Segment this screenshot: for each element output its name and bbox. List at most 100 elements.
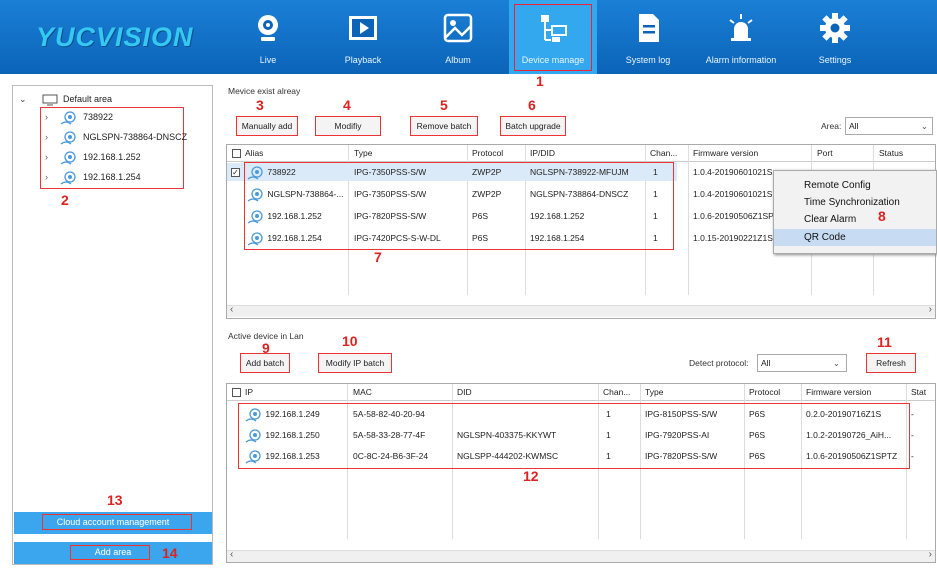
document-icon [639, 14, 659, 42]
col-alias[interactable]: Alias [245, 145, 263, 161]
lan-row-ip[interactable]: 192.168.1.250 [245, 426, 320, 444]
row-firmware: 1.0.4-20190601021S [693, 167, 773, 177]
row-checkbox-checked[interactable]: ✓ [231, 168, 240, 178]
play-icon [349, 16, 377, 40]
lan-row-ip[interactable]: 192.168.1.253 [245, 447, 320, 465]
nav-playback[interactable]: Playback [338, 0, 388, 74]
scroll-left-icon[interactable]: ‹ [230, 304, 233, 315]
ip-text: 192.168.1.253 [265, 451, 320, 461]
scroll-left-icon[interactable]: ‹ [230, 549, 233, 560]
nav-album[interactable]: Album [433, 0, 483, 74]
nav-device-manage[interactable]: Device manage [509, 0, 597, 74]
nav-alarm-information[interactable]: Alarm information [698, 0, 784, 74]
scroll-right-icon[interactable]: › [929, 304, 932, 315]
col-ip-did[interactable]: IP/DID [530, 145, 555, 161]
row-channel: 1 [653, 233, 658, 243]
tree-item[interactable]: › 192.168.1.252 [45, 148, 141, 166]
col-type[interactable]: Type [354, 145, 372, 161]
lan-row-channel: 1 [606, 409, 611, 419]
tree-item[interactable]: › 738922 [45, 108, 113, 126]
lan-row-mac: 0C-8C-24-B6-3F-24 [353, 451, 429, 461]
col-divider [688, 145, 689, 295]
col-did[interactable]: DID [457, 384, 472, 400]
annotation-12: 12 [523, 468, 539, 484]
annotation-box-13 [42, 514, 192, 530]
col-type[interactable]: Type [645, 384, 663, 400]
modify-ip-batch-button[interactable]: Modify IP batch [318, 353, 392, 373]
detect-protocol-value: All [761, 358, 771, 368]
col-ip[interactable]: IP [245, 384, 253, 400]
modify-button[interactable]: Modifiy [315, 116, 381, 136]
cloud-account-management-button[interactable]: Cloud account management [14, 512, 212, 534]
nav-system-log[interactable]: System log [618, 0, 678, 74]
chevron-right-icon[interactable]: › [45, 108, 57, 126]
existing-section-label: Mevice exist alreay [228, 86, 301, 96]
scroll-right-icon[interactable]: › [929, 549, 932, 560]
lan-row-ip[interactable]: 192.168.1.249 [245, 405, 320, 423]
annotation-14: 14 [162, 545, 178, 561]
tree-item[interactable]: › NGLSPN-738864-DNSCZ [45, 128, 187, 146]
row-firmware: 1.0.15-20190221Z1S [693, 233, 773, 243]
nav-settings[interactable]: Settings [810, 0, 860, 74]
chevron-right-icon[interactable]: › [45, 148, 57, 166]
nav-live[interactable]: Live [243, 0, 293, 74]
chevron-right-icon[interactable]: › [45, 128, 57, 146]
annotation-4: 4 [343, 97, 351, 113]
remove-batch-button[interactable]: Remove batch [410, 116, 478, 136]
row-type: IPG-7420PCS-S-W-DL [354, 233, 441, 243]
col-status[interactable]: Stat [911, 384, 926, 400]
tree-item-label: 192.168.1.252 [83, 152, 141, 162]
col-port[interactable]: Port [817, 145, 833, 161]
col-firmware[interactable]: Firmware version [693, 145, 758, 161]
row-ip: NGLSPN-738864-DNSCZ [530, 189, 629, 199]
col-channel[interactable]: Chan... [603, 384, 630, 400]
col-status[interactable]: Status [879, 145, 903, 161]
col-firmware[interactable]: Firmware version [806, 384, 871, 400]
refresh-button[interactable]: Refresh [866, 353, 916, 373]
col-protocol[interactable]: Protocol [472, 145, 503, 161]
gear-icon [820, 13, 850, 43]
camera-device-icon [60, 130, 76, 145]
area-select[interactable]: All ⌄ [845, 117, 933, 135]
alias-text: 738922 [267, 167, 296, 177]
device-network-icon [541, 15, 567, 42]
add-batch-button[interactable]: Add batch [240, 353, 290, 373]
ip-text: 192.168.1.250 [265, 430, 320, 440]
add-area-button[interactable]: Add area [14, 542, 212, 564]
tree-item-label: 192.168.1.254 [83, 172, 141, 182]
monitor-icon [42, 94, 58, 106]
chevron-down-icon: ⌄ [832, 358, 840, 368]
row-alias: 192.168.1.252 [247, 207, 322, 225]
batch-upgrade-button[interactable]: Batch upgrade [500, 116, 566, 136]
menu-item-time-sync[interactable]: Time Synchronization [774, 194, 936, 211]
horizontal-scrollbar[interactable]: ‹ › [227, 304, 935, 317]
row-type: IPG-7820PSS-S/W [354, 211, 427, 221]
annotation-10: 10 [342, 333, 358, 349]
detect-protocol-select[interactable]: All ⌄ [757, 354, 847, 372]
annotation-8: 8 [878, 208, 886, 224]
lan-row-firmware: 1.0.2-20190726_AiH... [806, 430, 892, 440]
lan-row-status: - [911, 430, 914, 440]
lan-row-protocol: P6S [749, 409, 766, 419]
chevron-down-icon[interactable]: ⌄ [19, 90, 31, 108]
top-navigation-bar: YUCVISION Live Playback Album Device man… [0, 0, 937, 74]
col-channel[interactable]: Chan... [650, 145, 677, 161]
lan-row-firmware: 0.2.0-20190716Z1S [806, 409, 882, 419]
select-all-checkbox[interactable] [232, 388, 241, 397]
menu-item-qr-code[interactable]: QR Code [774, 229, 936, 246]
horizontal-scrollbar[interactable]: ‹ › [227, 549, 935, 562]
menu-item-clear-alarm[interactable]: Clear Alarm [774, 211, 936, 228]
manually-add-button[interactable]: Manually add [236, 116, 298, 136]
area-label: Area: [821, 121, 842, 131]
chevron-right-icon[interactable]: › [45, 168, 57, 186]
tree-root[interactable]: ⌄ Default area [19, 90, 112, 108]
menu-item-remote-config[interactable]: Remote Config [774, 177, 936, 194]
col-protocol[interactable]: Protocol [749, 384, 780, 400]
image-icon [443, 13, 473, 43]
select-all-checkbox[interactable] [232, 149, 241, 158]
tree-item[interactable]: › 192.168.1.254 [45, 168, 141, 186]
col-mac[interactable]: MAC [353, 384, 372, 400]
annotation-2: 2 [61, 192, 69, 208]
camera-device-icon [60, 150, 76, 165]
table-row[interactable]: ✓ [231, 163, 240, 181]
